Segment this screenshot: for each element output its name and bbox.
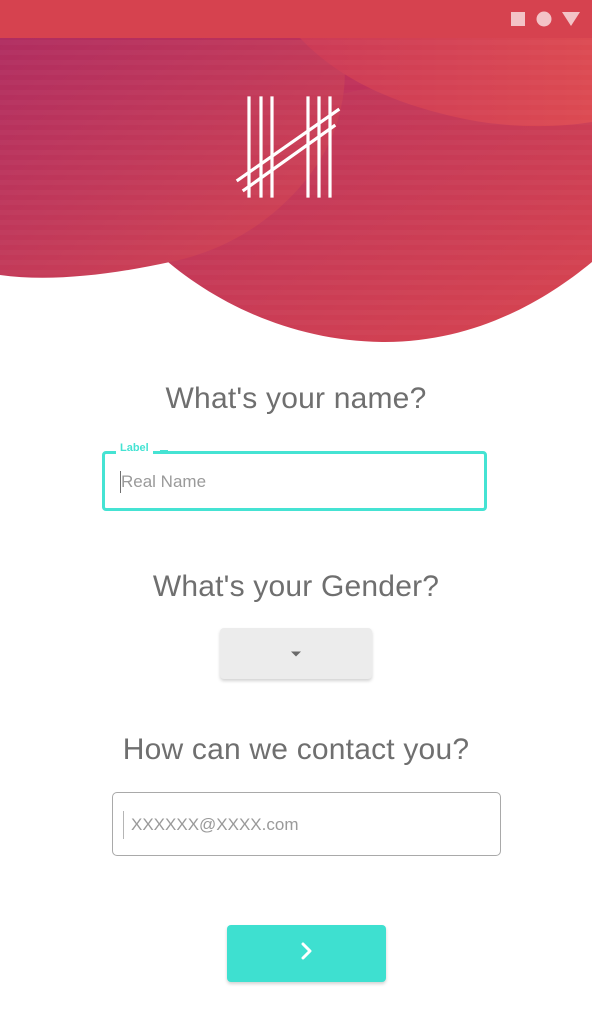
email-input[interactable]: [131, 813, 481, 837]
triangle-down-icon: [562, 11, 580, 27]
status-icons: [510, 10, 580, 28]
gender-question: What's your Gender?: [152, 570, 440, 603]
status-bar: [0, 0, 592, 38]
name-question: What's your name?: [165, 382, 427, 415]
caret-down-icon: [290, 645, 302, 663]
tally-marks-logo-icon: [235, 96, 341, 198]
chevron-right-icon: [300, 942, 314, 965]
contact-question: How can we contact you?: [122, 733, 470, 766]
name-field-label: Label: [116, 441, 153, 455]
signup-screen: What's your name? Label What's your Gend…: [0, 0, 592, 1029]
next-button[interactable]: [227, 925, 386, 982]
circle-icon: [536, 11, 552, 27]
name-label-divider: [160, 450, 168, 451]
gender-select[interactable]: [220, 628, 372, 679]
name-input[interactable]: [121, 470, 471, 494]
text-cursor: [123, 811, 124, 839]
square-icon: [510, 11, 526, 27]
